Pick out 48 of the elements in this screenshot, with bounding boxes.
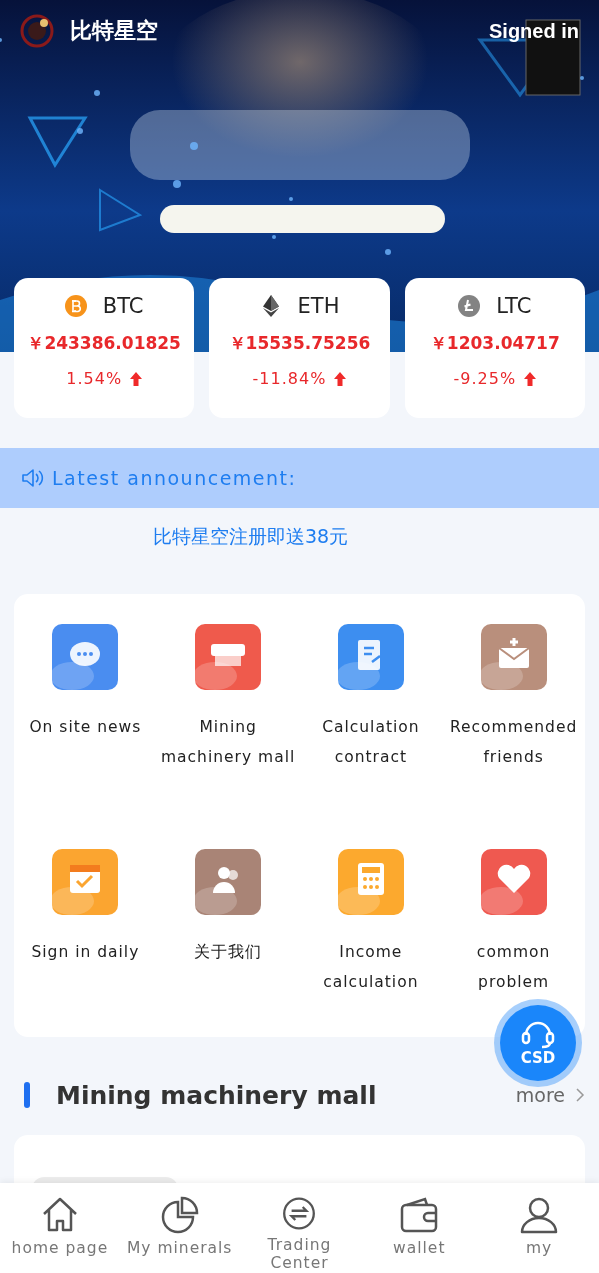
menu-label[interactable]: common problem <box>442 937 585 997</box>
menu-label[interactable]: 关于我们 <box>192 937 265 967</box>
coin-price: ￥15535.75256 <box>228 332 371 355</box>
coin-card[interactable]: ETH ￥15535.75256 -11.84% <box>209 278 390 418</box>
calendar-check-icon[interactable] <box>52 849 119 915</box>
calculator-icon[interactable] <box>337 849 404 915</box>
menu-label[interactable]: Calculation contract <box>299 712 443 772</box>
menu-label[interactable]: On site news <box>27 712 144 742</box>
pie-chart-icon <box>159 1195 200 1235</box>
price-change: -9.25% <box>453 369 517 388</box>
menu-label[interactable]: Sign in daily <box>29 937 142 967</box>
coin-price: ￥1203.04717 <box>429 332 560 355</box>
coin-symbol: BTC <box>102 294 144 318</box>
user-icon <box>519 1195 560 1235</box>
announcement-text[interactable]: 比特星空注册即送38元 <box>153 524 599 552</box>
menu-label[interactable]: Mining machinery mall <box>156 712 300 772</box>
store-icon[interactable] <box>195 624 262 690</box>
document-icon[interactable] <box>337 624 404 690</box>
app-name: 比特星空 <box>70 17 158 45</box>
support-button[interactable]: CSD <box>500 1005 576 1081</box>
section-marker <box>24 1082 30 1108</box>
people-icon[interactable] <box>195 849 262 915</box>
coin-price: ￥243386.01825 <box>27 332 181 355</box>
coin-symbol: LTC <box>496 294 532 318</box>
nav-tab[interactable]: my <box>479 1183 599 1273</box>
price-change: -11.84% <box>252 369 327 388</box>
nav-tab[interactable]: wallet <box>359 1183 480 1273</box>
bitcoin-icon <box>64 295 87 317</box>
chevron-icon <box>575 1087 585 1103</box>
nav-tab[interactable]: My minerals <box>119 1183 240 1273</box>
more-link[interactable]: more <box>515 1084 585 1106</box>
nav-tab[interactable]: Trading Center <box>239 1183 360 1273</box>
price-change: 1.54% <box>66 369 123 388</box>
nav-tab[interactable]: home page <box>0 1183 120 1273</box>
coin-card[interactable]: LTC ￥1203.04717 -9.25% <box>404 278 585 418</box>
envelope-icon[interactable] <box>480 624 547 690</box>
announcement-title: Latest announcement: <box>52 467 297 489</box>
coin-symbol: ETH <box>297 294 340 318</box>
speaker-icon <box>20 466 44 490</box>
section-title: Mining machinery mall <box>56 1080 377 1110</box>
litecoin-icon <box>458 295 481 317</box>
chat-bubble-icon[interactable] <box>52 624 119 690</box>
menu-label[interactable]: Recommended friends <box>442 712 585 772</box>
coin-card[interactable]: BTC ￥243386.01825 1.54% <box>14 278 195 418</box>
signed-in-label[interactable]: Signed in <box>489 19 579 43</box>
wallet-icon <box>399 1195 440 1235</box>
logo-icon <box>20 14 54 48</box>
menu-label[interactable]: Income calculation <box>299 937 443 997</box>
